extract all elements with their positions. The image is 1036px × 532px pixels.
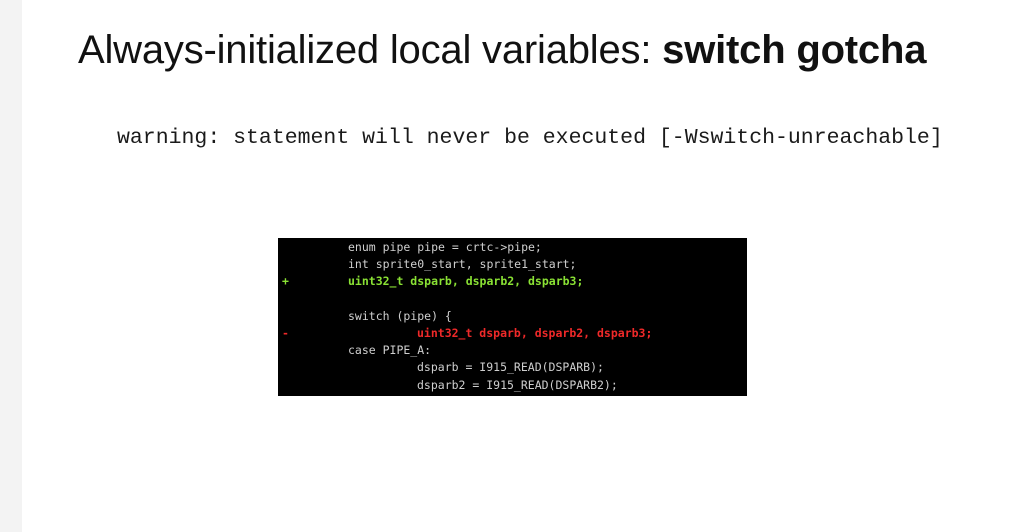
code-diff-screenshot: enum pipe pipe = crtc->pipe; int sprite0_…: [278, 238, 747, 396]
code-text: dsparb = I915_READ(DSPARB);: [417, 360, 604, 375]
diff-added-marker: +: [282, 274, 289, 289]
code-line: dsparb2 = I915_READ(DSPARB2);: [278, 377, 747, 394]
code-line: - uint32_t dsparb, dsparb2, dsparb3;: [278, 325, 747, 342]
compiler-warning: warning: statement will never be execute…: [117, 126, 943, 150]
code-text: dsparb2 = I915_READ(DSPARB2);: [417, 377, 618, 392]
code-text: uint32_t dsparb, dsparb2, dsparb3;: [348, 274, 584, 289]
left-margin-strip: [0, 0, 22, 532]
code-text: enum pipe pipe = crtc->pipe;: [348, 240, 542, 254]
code-line: switch (pipe) {: [278, 308, 747, 325]
code-text: uint32_t dsparb, dsparb2, dsparb3;: [417, 325, 653, 340]
title-regular-text: Always-initialized local variables:: [78, 28, 663, 72]
code-line: + uint32_t dsparb, dsparb2, dsparb3;: [278, 273, 747, 290]
diff-removed-marker: -: [282, 325, 289, 340]
slide: Always-initialized local variables: swit…: [0, 0, 1036, 532]
code-line: case PIPE_A:: [278, 342, 747, 359]
code-line: enum pipe pipe = crtc->pipe;: [278, 239, 747, 256]
title-bold-text: switch gotcha: [662, 28, 927, 72]
slide-title: Always-initialized local variables: swit…: [78, 28, 926, 73]
code-text: case PIPE_A:: [348, 343, 432, 358]
code-text: int sprite0_start, sprite1_start;: [348, 257, 577, 272]
code-line: int sprite0_start, sprite1_start;: [278, 256, 747, 273]
code-line: dsparb = I915_READ(DSPARB);: [278, 359, 747, 376]
code-text: switch (pipe) {: [348, 308, 452, 323]
